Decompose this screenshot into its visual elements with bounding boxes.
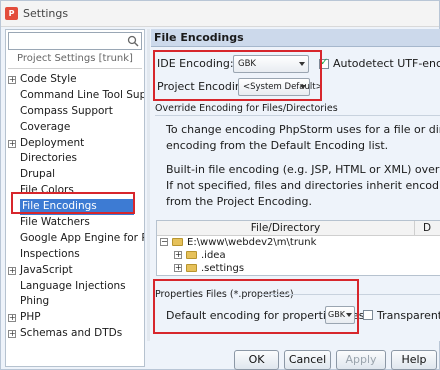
properties-encoding-value: GBK (328, 310, 345, 319)
help-button[interactable]: Help (391, 350, 437, 370)
para-builtin-encoding: Built-in file encoding (e.g. JSP, HTML o… (166, 162, 440, 210)
sidebar-item[interactable]: + Deployment (6, 136, 144, 152)
sidebar-item-label: Compass Support (20, 104, 113, 117)
column-header-file[interactable]: File/Directory (157, 221, 415, 235)
file-directory-table[interactable]: File/Directory D − E:\www\webdev2\m\trunk… (156, 220, 440, 276)
override-section-title: Override Encoding for Files/Directories (155, 103, 338, 114)
search-icon (127, 35, 139, 47)
sidebar-item-label: Phing (20, 295, 50, 308)
settings-window: P Settings Project Settings [trunk] + Cod… (0, 0, 440, 370)
app-icon: P (5, 7, 18, 20)
sidebar-item-label: Schemas and DTDs (20, 327, 123, 340)
autodetect-label: Autodetect UTF-encoded f (333, 57, 440, 70)
sidebar-item-label: JavaScript (20, 263, 73, 276)
table-cell-path: E:\www\webdev2\m\trunk (187, 237, 317, 248)
table-body: − E:\www\webdev2\m\trunk + .idea + .settings (157, 236, 440, 275)
sidebar-item-label: Coverage (20, 120, 71, 133)
table-row[interactable]: + .idea (157, 249, 440, 262)
sidebar-item[interactable]: + JavaScript (6, 263, 144, 279)
ide-encoding-combo[interactable]: GBK (233, 55, 309, 73)
chevron-down-icon (300, 85, 306, 89)
window-title: Settings (23, 7, 69, 20)
sidebar-item-label: Language Injections (20, 279, 126, 292)
para1-line2: encoding from the Default Encoding list. (166, 139, 389, 152)
expand-icon[interactable]: − (160, 238, 168, 246)
sidebar-item-label: Drupal (20, 168, 56, 181)
sidebar-item[interactable]: Coverage (6, 120, 144, 136)
sidebar-item[interactable]: File Watchers (6, 215, 144, 231)
expand-icon[interactable]: + (8, 76, 16, 84)
title-bar: P Settings (1, 1, 439, 27)
sidebar-item[interactable]: File Colors (6, 183, 144, 199)
ok-button[interactable]: OK (234, 350, 279, 370)
properties-encoding-combo[interactable]: GBK (325, 306, 355, 324)
autodetect-checkbox[interactable] (319, 57, 329, 69)
settings-search[interactable] (8, 32, 142, 50)
ide-encoding-value: GBK (238, 59, 256, 69)
table-row[interactable]: − E:\www\webdev2\m\trunk (157, 236, 440, 249)
project-encoding-combo[interactable]: <System Default> (238, 78, 323, 96)
para2-line2: If not specified, files and directories … (166, 179, 440, 192)
cancel-button[interactable]: Cancel (284, 350, 331, 370)
expand-icon[interactable]: + (8, 314, 16, 323)
override-divider (155, 115, 440, 116)
expand-icon[interactable]: + (174, 251, 182, 259)
sidebar-item[interactable]: Inspections (6, 247, 144, 263)
chevron-down-icon (299, 62, 305, 66)
folder-icon (172, 238, 183, 246)
sidebar-item-label: PHP (20, 311, 41, 324)
search-input[interactable] (9, 33, 127, 49)
settings-tree: + Code Style Command Line Tool Supp... Comp… (6, 72, 144, 342)
sidebar-item-label: Command Line Tool Supp... (20, 88, 144, 101)
sidebar-item-label: File Encodings (22, 200, 97, 213)
sidebar-item-label: Inspections (20, 247, 80, 260)
sidebar-item-label: Deployment (20, 136, 85, 149)
page-title: File Encodings (151, 29, 440, 47)
para2-line1: Built-in file encoding (e.g. JSP, HTML o… (166, 163, 440, 176)
sidebar-item[interactable]: Drupal (6, 167, 144, 183)
para1-line1: To change encoding PhpStorm uses for a f… (166, 123, 440, 136)
table-row[interactable]: + .settings (157, 262, 440, 275)
apply-button[interactable]: Apply (336, 350, 386, 370)
sidebar-item[interactable]: File Encodings (20, 199, 134, 216)
file-encodings-panel: File Encodings IDE Encoding: GBK Autodet… (151, 29, 440, 341)
para2-line3: from the Project Encoding. (166, 195, 312, 208)
transparent-label: Transparent na (377, 309, 440, 322)
sidebar-item-label: Directories (20, 152, 78, 165)
expand-icon[interactable]: + (8, 266, 16, 275)
expand-icon[interactable]: + (8, 330, 16, 339)
ide-encoding-label: IDE Encoding: (157, 57, 234, 70)
sidebar-item[interactable]: Phing (6, 294, 144, 310)
sidebar-item[interactable]: + PHP (6, 310, 144, 326)
sidebar-item-label: File Watchers (20, 216, 90, 229)
folder-icon (186, 251, 197, 259)
sidebar-item-label: Google App Engine for PHP (20, 231, 144, 244)
sidebar-item-label: Code Style (20, 73, 77, 85)
sidebar-item[interactable]: Directories (6, 151, 144, 167)
table-header: File/Directory D (157, 221, 440, 236)
chevron-down-icon (346, 313, 352, 317)
sidebar-item[interactable]: Compass Support (6, 104, 144, 120)
table-cell-path: .idea (201, 250, 226, 261)
expand-icon[interactable]: + (174, 264, 182, 272)
sidebar-item[interactable]: Language Injections (6, 279, 144, 295)
sidebar-item[interactable]: + Schemas and DTDs (6, 326, 144, 342)
transparent-checkbox[interactable] (363, 310, 373, 320)
folder-icon (186, 264, 197, 272)
sidebar-item[interactable]: Command Line Tool Supp... (6, 88, 144, 104)
sidebar-item[interactable]: + Code Style (6, 72, 144, 88)
project-settings-header: Project Settings [trunk] (8, 53, 142, 69)
properties-divider (261, 294, 440, 295)
sidebar-item[interactable]: Google App Engine for PHP (6, 231, 144, 247)
pane-splitter[interactable] (147, 29, 150, 341)
column-header-d[interactable]: D (423, 221, 431, 235)
settings-tree-pane: Project Settings [trunk] + Code Style Comm… (5, 29, 145, 367)
sidebar-item-label: File Colors (20, 184, 74, 197)
project-encoding-value: <System Default> (243, 82, 323, 92)
table-cell-path: .settings (201, 263, 245, 274)
expand-icon[interactable]: + (8, 139, 16, 148)
para-change-encoding: To change encoding PhpStorm uses for a f… (166, 122, 440, 154)
